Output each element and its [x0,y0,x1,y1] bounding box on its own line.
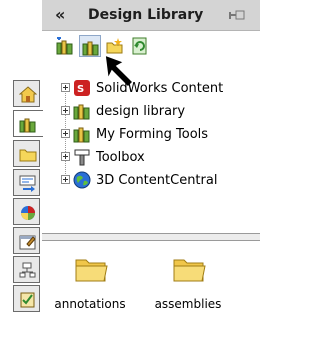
expand-icon[interactable] [61,129,70,138]
tab-view-palette[interactable] [13,169,40,196]
tab-custom-properties[interactable] [13,227,40,254]
tree-item-toolbox[interactable]: Toolbox [42,147,260,167]
tab-design-library[interactable] [13,110,43,137]
panel-title: Design Library [88,7,204,23]
add-file-location-icon [82,41,99,56]
tree-item-solidworks-content[interactable]: S SolidWorks Content [42,78,260,98]
folder-icon [19,149,37,162]
folder-icon [75,259,108,282]
appearances-icon [21,206,35,220]
home-icon [19,86,37,103]
collapse-button[interactable]: « [55,5,65,24]
add-to-library-icon [56,37,73,55]
expand-icon[interactable] [61,175,70,184]
toolbar [42,31,260,61]
toolbox-icon [74,149,90,166]
tree-item-label: 3D ContentCentral [96,173,218,188]
design-library-panel: « Design Library S SolidWorks Content de… [42,0,260,339]
tree-item-my-forming-tools[interactable]: My Forming Tools [42,124,260,144]
tree-item-label: design library [96,104,186,119]
tasks-icon [19,262,36,278]
folder-item-assemblies[interactable]: assemblies [148,254,228,314]
tree-item-3d-contentcentral[interactable]: 3D ContentCentral [42,170,260,190]
view-palette-icon [19,175,36,192]
folder-item-annotations[interactable]: annotations [50,254,130,314]
tab-design-checker[interactable] [13,285,40,312]
design-library-icon [73,127,90,143]
add-to-library-button[interactable] [54,35,76,57]
globe-icon [73,171,91,189]
pane-splitter[interactable] [42,233,260,241]
add-file-location-button[interactable] [79,35,101,57]
folder-label: assemblies [154,297,222,311]
side-tab-strip [13,80,43,339]
tree-item-label: Toolbox [96,150,145,165]
expand-icon[interactable] [61,152,70,161]
folder-label: annotations [54,297,126,311]
svg-text:S: S [77,84,84,95]
pin-icon[interactable] [228,9,246,21]
tab-file-explorer[interactable] [13,140,40,167]
tab-home[interactable] [13,80,40,107]
tab-tasks[interactable] [13,256,40,283]
design-checker-icon [20,292,35,308]
expand-icon[interactable] [61,83,70,92]
folder-icon [173,259,206,282]
design-library-icon [73,104,90,120]
panel-header: « Design Library [42,0,260,31]
design-library-icon [19,118,36,133]
tab-appearances[interactable] [13,198,40,225]
tree-item-label: SolidWorks Content [96,81,224,96]
tree-item-label: My Forming Tools [96,127,209,142]
tree-item-design-library[interactable]: design library [42,101,260,121]
custom-properties-icon [19,235,36,250]
expand-icon[interactable] [61,106,70,115]
solidworks-content-icon: S [74,80,90,96]
